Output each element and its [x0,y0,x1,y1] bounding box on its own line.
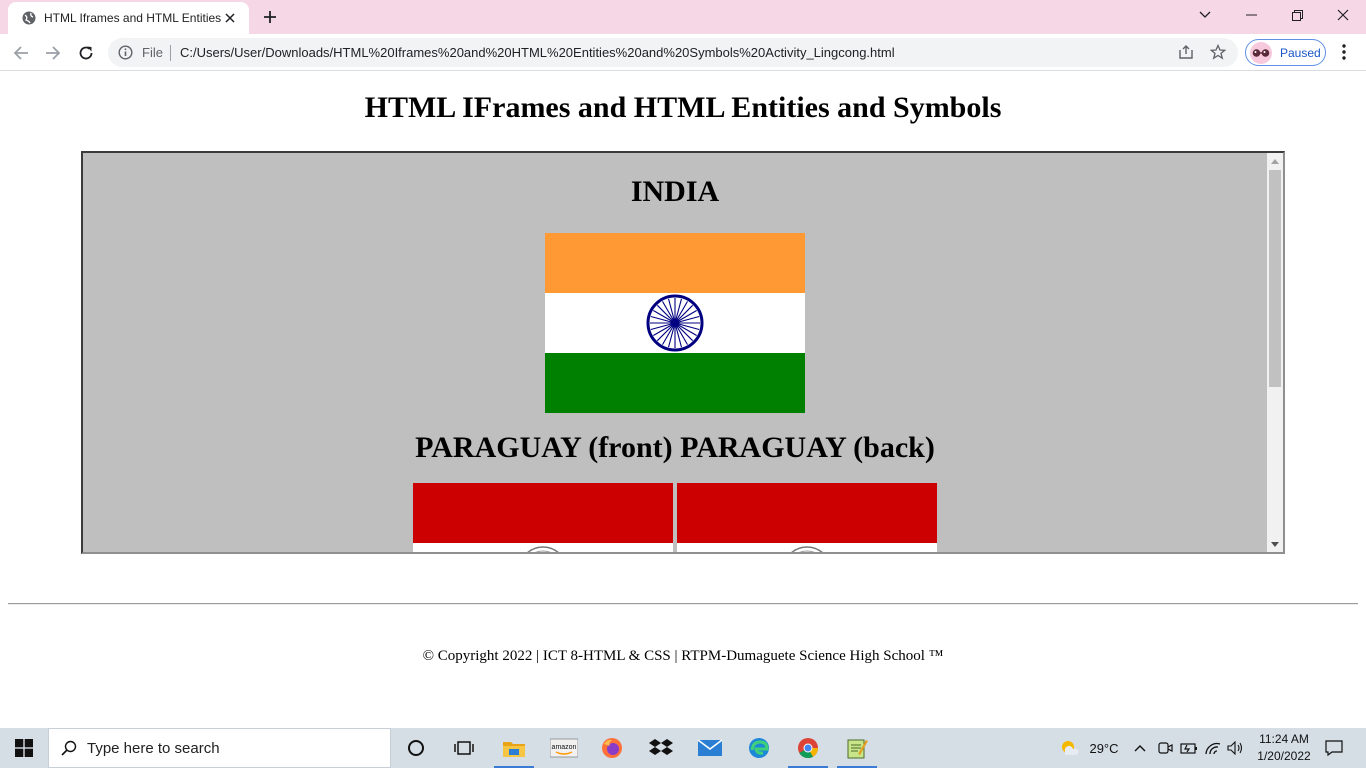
iframe-scrollbar[interactable] [1267,153,1283,552]
scroll-down-arrow-icon[interactable] [1267,536,1283,552]
edge-icon[interactable] [735,728,783,768]
windows-taskbar: Type here to search amazon 29°C 11:24 AM… [0,728,1366,768]
taskbar-clock[interactable]: 11:24 AM 1/20/2022 [1248,731,1320,765]
chevron-up-icon[interactable] [1131,728,1149,768]
menu-button[interactable] [1334,42,1354,62]
address-bar[interactable]: File C:/Users/User/Downloads/HTML%20Ifra… [108,38,1238,67]
notifications-icon[interactable] [1320,728,1348,768]
plus-icon [264,11,276,23]
scroll-thumb[interactable] [1269,170,1281,387]
browser-tab[interactable]: HTML Iframes and HTML Entities [8,2,249,34]
search-icon [61,740,77,756]
start-button[interactable] [0,728,48,768]
chevron-down-icon [1199,11,1211,18]
profile-avatar-icon [1250,41,1272,64]
amazon-icon[interactable]: amazon [540,728,588,768]
weather-temperature[interactable]: 29°C [1084,728,1124,768]
paraguay-front-flag-image [413,483,673,552]
mail-icon[interactable] [686,728,734,768]
restore-button[interactable] [1274,0,1320,30]
close-icon [1337,9,1349,21]
clock-date: 1/20/2022 [1257,749,1311,763]
wifi-icon[interactable] [1203,728,1223,768]
scroll-up-arrow-icon[interactable] [1267,153,1283,169]
weather-icon[interactable] [1058,728,1080,768]
notepad-icon[interactable] [833,728,881,768]
firefox-icon[interactable] [588,728,636,768]
taskbar-search-box[interactable]: Type here to search [48,728,391,768]
iframe-content: INDIA PARAGUAY (front) PARAGUAY (back) [83,153,1267,552]
reload-button[interactable] [73,40,99,66]
volume-icon[interactable] [1226,728,1246,768]
paraguay-heading: PARAGUAY (front) PARAGUAY (back) [415,431,935,464]
page-title: HTML IFrames and HTML Entities and Symbo… [364,91,1002,124]
restore-icon [1291,9,1303,21]
svg-text:amazon: amazon [552,744,577,751]
windows-logo-icon [15,739,33,757]
page-footer: © Copyright 2022 | ICT 8-HTML & CSS | RT… [422,648,944,664]
tab-title: HTML Iframes and HTML Entities [44,11,221,25]
browser-toolbar: File C:/Users/User/Downloads/HTML%20Ifra… [0,34,1366,71]
minimize-icon [1245,14,1257,16]
horizontal-rule [8,603,1358,605]
file-explorer-icon[interactable] [490,728,538,768]
close-window-button[interactable] [1320,0,1366,30]
dropbox-icon[interactable] [637,728,685,768]
tab-search-button[interactable] [1182,0,1228,30]
close-tab-icon[interactable] [221,9,239,27]
more-vertical-icon [1342,44,1346,60]
india-flag-image [545,233,805,413]
reload-icon [79,46,93,60]
chrome-icon[interactable] [784,728,832,768]
arrow-right-icon [46,46,61,60]
embedded-iframe[interactable]: INDIA PARAGUAY (front) PARAGUAY (back) [81,151,1285,554]
tab-strip: HTML Iframes and HTML Entities [0,0,1366,34]
paraguay-back-flag-image [677,483,937,552]
battery-icon[interactable] [1179,728,1199,768]
new-tab-button[interactable] [258,6,282,28]
bookmark-star-icon[interactable] [1210,44,1226,60]
forward-button[interactable] [40,40,66,66]
info-icon[interactable] [118,45,133,60]
url-text[interactable]: C:/Users/User/Downloads/HTML%20Iframes%2… [180,45,895,60]
web-page: HTML IFrames and HTML Entities and Symbo… [0,71,1366,727]
clock-time: 11:24 AM [1259,732,1309,746]
address-divider [170,45,171,61]
search-placeholder: Type here to search [87,739,220,757]
address-scheme: File [142,45,163,60]
globe-icon [22,11,36,25]
meet-now-icon[interactable] [1155,728,1175,768]
task-view-icon[interactable] [440,728,488,768]
profile-status: Paused [1280,45,1321,60]
profile-button[interactable]: Paused [1245,39,1326,66]
share-icon[interactable] [1178,44,1194,60]
minimize-button[interactable] [1228,0,1274,30]
cortana-icon[interactable] [392,728,440,768]
back-button[interactable] [8,40,34,66]
arrow-left-icon [13,46,28,60]
india-heading: INDIA [630,175,720,208]
